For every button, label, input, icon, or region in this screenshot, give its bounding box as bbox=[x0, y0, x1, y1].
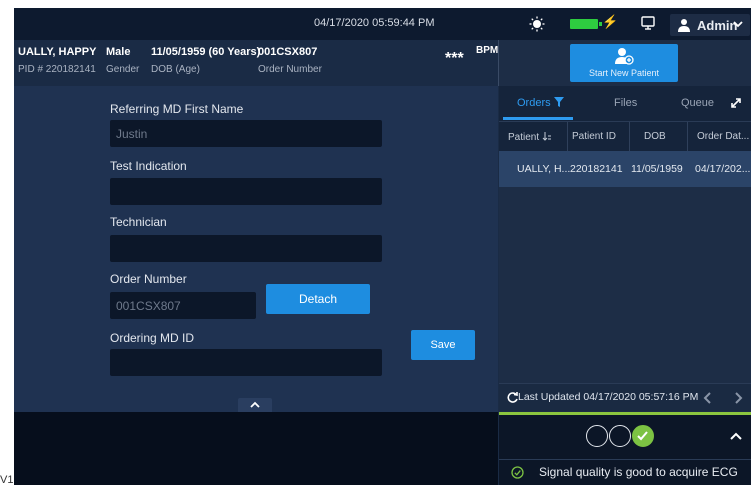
tab-files[interactable]: Files bbox=[614, 97, 637, 109]
order-number-field[interactable]: 001CSX807 bbox=[110, 292, 256, 319]
patient-dob: 11/05/1959 (60 Years) bbox=[151, 46, 261, 58]
start-new-patient-button[interactable]: Start New Patient bbox=[570, 44, 678, 82]
patient-header: UALLY, HAPPY PID # 220182141 Male Gender… bbox=[14, 40, 498, 86]
test-indication-field[interactable] bbox=[110, 178, 382, 205]
filter-icon bbox=[553, 97, 564, 107]
expand-icon[interactable] bbox=[729, 96, 743, 110]
cell-patient-id: 220182141 bbox=[570, 163, 623, 175]
add-patient-icon bbox=[615, 48, 634, 65]
table-row[interactable]: UALLY, H... 220182141 11/05/1959 04/17/2… bbox=[499, 151, 751, 187]
patient-pid: PID # 220182141 bbox=[18, 64, 96, 75]
ordering-md-field[interactable] bbox=[110, 349, 382, 376]
column-divider bbox=[567, 122, 568, 152]
column-divider bbox=[629, 122, 630, 152]
save-button[interactable]: Save bbox=[411, 330, 475, 360]
last-updated-text: Last Updated 04/17/2020 05:57:16 PM bbox=[518, 391, 699, 403]
technician-field[interactable] bbox=[110, 235, 382, 262]
order-number-label: Order Number bbox=[110, 272, 187, 286]
chevron-up-icon bbox=[250, 401, 260, 408]
ecg-app-screen: 04/17/2020 05:59:44 PM ⚡ Admin UALLY, HA… bbox=[14, 8, 751, 485]
acquisition-steps: Signal quality is good to acquire ECG bbox=[499, 415, 751, 485]
test-indication-label: Test Indication bbox=[110, 159, 187, 173]
top-status-bar: 04/17/2020 05:59:44 PM ⚡ Admin bbox=[14, 8, 751, 40]
technician-label: Technician bbox=[110, 215, 167, 229]
col-patient-label: Patient bbox=[508, 132, 540, 143]
patient-gender: Male bbox=[106, 46, 131, 58]
cell-patient: UALLY, H... bbox=[517, 163, 571, 175]
check-icon bbox=[637, 431, 648, 441]
orders-table-header: Patient Patient ID DOB Order Dat... bbox=[499, 121, 751, 152]
col-order-date[interactable]: Order Dat... bbox=[697, 131, 749, 142]
date-time: 04/17/2020 05:59:44 PM bbox=[314, 17, 435, 29]
last-updated-bar: Last Updated 04/17/2020 05:57:16 PM bbox=[499, 383, 751, 411]
step-indicator-complete bbox=[632, 425, 654, 447]
chevron-down-icon[interactable] bbox=[732, 18, 744, 30]
col-patient-id[interactable]: Patient ID bbox=[572, 131, 616, 142]
chevron-up-icon[interactable] bbox=[729, 430, 743, 442]
chevron-left-icon[interactable] bbox=[701, 391, 715, 405]
battery-icon bbox=[570, 19, 602, 29]
charging-bolt-icon: ⚡ bbox=[602, 14, 619, 29]
ordering-md-label: Ordering MD ID bbox=[110, 331, 195, 345]
sun-icon[interactable] bbox=[529, 16, 545, 32]
patient-dob-label: DOB (Age) bbox=[151, 64, 200, 75]
step-indicator bbox=[609, 425, 631, 447]
cell-order-date: 04/17/202... bbox=[695, 163, 751, 175]
tab-orders[interactable]: Orders bbox=[517, 97, 564, 109]
referring-md-field[interactable]: Justin bbox=[110, 120, 382, 147]
tab-queue[interactable]: Queue bbox=[681, 97, 714, 109]
divider bbox=[499, 459, 751, 460]
sort-icon bbox=[542, 132, 551, 141]
waveform-area bbox=[14, 412, 498, 485]
referring-md-label: Referring MD First Name bbox=[110, 102, 244, 116]
panel-tabs: Orders Files Queue bbox=[499, 86, 751, 121]
patient-gender-label: Gender bbox=[106, 64, 140, 75]
signal-quality-message: Signal quality is good to acquire ECG bbox=[539, 465, 738, 479]
heart-rate-value: *** bbox=[445, 50, 464, 67]
active-tab-indicator bbox=[503, 117, 573, 120]
tab-orders-label: Orders bbox=[517, 97, 551, 109]
chevron-right-icon[interactable] bbox=[731, 391, 745, 405]
patient-name: UALLY, HAPPY bbox=[18, 46, 97, 58]
heart-rate-unit: BPM bbox=[476, 45, 499, 56]
column-divider bbox=[687, 122, 688, 152]
collapse-panel-tab[interactable] bbox=[238, 398, 272, 412]
order-form: Referring MD First Name Justin Test Indi… bbox=[14, 86, 498, 412]
monitor-icon[interactable] bbox=[640, 15, 656, 31]
check-circle-icon bbox=[511, 466, 524, 479]
version-label: V1 bbox=[0, 474, 14, 485]
patient-order-label: Order Number bbox=[258, 64, 322, 75]
detach-button[interactable]: Detach bbox=[266, 284, 370, 314]
user-icon bbox=[678, 19, 690, 32]
step-indicator bbox=[586, 425, 608, 447]
orders-panel: Start New Patient Orders Files Queue Pat… bbox=[499, 40, 751, 485]
cell-dob: 11/05/1959 bbox=[631, 163, 683, 175]
patient-order-number: 001CSX807 bbox=[258, 46, 318, 58]
start-new-patient-label: Start New Patient bbox=[588, 68, 660, 78]
col-patient[interactable]: Patient bbox=[508, 131, 552, 143]
col-dob[interactable]: DOB bbox=[644, 131, 666, 142]
